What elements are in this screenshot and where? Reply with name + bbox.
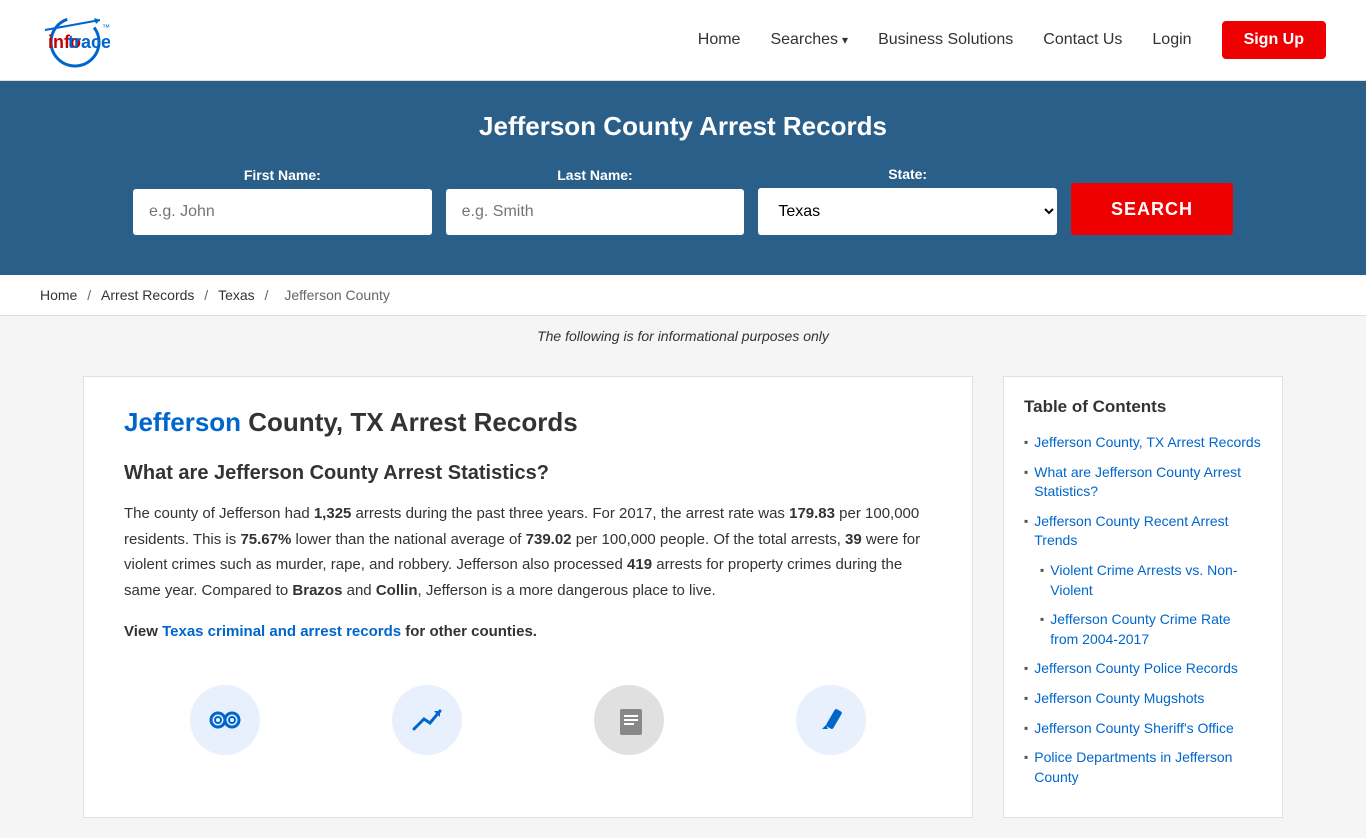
toc-item-5: Jefferson County Crime Rate from 2004-20… (1040, 610, 1262, 649)
toc-item-8: Jefferson County Sheriff's Office (1024, 719, 1262, 739)
toc-link-8[interactable]: Jefferson County Sheriff's Office (1034, 719, 1234, 739)
toc-link-1[interactable]: Jefferson County, TX Arrest Records (1034, 433, 1260, 453)
toc-item-6: Jefferson County Police Records (1024, 659, 1262, 679)
toc-item-3: Jefferson County Recent Arrest Trends (1024, 512, 1262, 551)
nav-login[interactable]: Login (1152, 31, 1191, 49)
first-name-label: First Name: (133, 167, 432, 183)
hero-section: Jefferson County Arrest Records First Na… (0, 81, 1366, 275)
nav-searches[interactable]: Searches ▾ (770, 31, 848, 49)
notice-bar: The following is for informational purpo… (0, 316, 1366, 356)
toc-link-4[interactable]: Violent Crime Arrests vs. Non-Violent (1050, 561, 1262, 600)
chevron-down-icon: ▾ (842, 33, 848, 47)
toc-link-2[interactable]: What are Jefferson County Arrest Statist… (1034, 463, 1262, 502)
main-wrapper: Jefferson County, TX Arrest Records What… (43, 356, 1323, 838)
nav-business-solutions[interactable]: Business Solutions (878, 31, 1013, 49)
logo: info tracer ™ (40, 10, 110, 70)
breadcrumb-texas[interactable]: Texas (218, 287, 255, 303)
toc-list: Jefferson County, TX Arrest Records What… (1024, 433, 1262, 787)
sidebar: Table of Contents Jefferson County, TX A… (1003, 376, 1283, 818)
toc-item-1: Jefferson County, TX Arrest Records (1024, 433, 1262, 453)
toc-link-5[interactable]: Jefferson County Crime Rate from 2004-20… (1050, 610, 1262, 649)
toc-link-3[interactable]: Jefferson County Recent Arrest Trends (1034, 512, 1262, 551)
last-name-label: Last Name: (446, 167, 745, 183)
toc-box: Table of Contents Jefferson County, TX A… (1003, 376, 1283, 818)
state-select[interactable]: Texas (758, 188, 1057, 235)
heading-highlight: Jefferson (124, 407, 241, 437)
last-name-group: Last Name: (446, 167, 745, 235)
toc-item-4: Violent Crime Arrests vs. Non-Violent (1040, 561, 1262, 600)
breadcrumb-arrest-records[interactable]: Arrest Records (101, 287, 194, 303)
toc-link-6[interactable]: Jefferson County Police Records (1034, 659, 1238, 679)
state-label: State: (758, 166, 1057, 182)
page-heading: Jefferson County, TX Arrest Records (124, 407, 932, 438)
toc-item-7: Jefferson County Mugshots (1024, 689, 1262, 709)
navbar: info tracer ™ Home Searches ▾ Business S… (0, 0, 1366, 81)
icons-row (124, 675, 932, 755)
stats-paragraph: The county of Jefferson had 1,325 arrest… (124, 501, 932, 603)
toc-item-2: What are Jefferson County Arrest Statist… (1024, 463, 1262, 502)
chart-up-icon-item (392, 685, 462, 755)
stats-heading: What are Jefferson County Arrest Statist… (124, 462, 932, 485)
svg-text:tracer: tracer (68, 32, 110, 52)
scroll-icon-item (594, 685, 664, 755)
breadcrumb-home[interactable]: Home (40, 287, 77, 303)
first-name-group: First Name: (133, 167, 432, 235)
search-form: First Name: Last Name: State: Texas SEAR… (133, 166, 1233, 235)
handcuffs-icon-item (190, 685, 260, 755)
nav-home[interactable]: Home (698, 31, 741, 49)
pen-icon-item (796, 685, 866, 755)
nav-links: Home Searches ▾ Business Solutions Conta… (698, 21, 1326, 59)
first-name-input[interactable] (133, 189, 432, 235)
handcuffs-icon (190, 685, 260, 755)
pen-icon (796, 685, 866, 755)
nav-contact-us[interactable]: Contact Us (1043, 31, 1122, 49)
state-group: State: Texas (758, 166, 1057, 235)
breadcrumb: Home / Arrest Records / Texas / Jefferso… (0, 275, 1366, 316)
chart-up-icon (392, 685, 462, 755)
breadcrumb-jefferson-county: Jefferson County (284, 287, 390, 303)
toc-title: Table of Contents (1024, 397, 1262, 417)
search-button[interactable]: SEARCH (1071, 183, 1233, 235)
content-area: Jefferson County, TX Arrest Records What… (83, 376, 973, 818)
toc-link-7[interactable]: Jefferson County Mugshots (1034, 689, 1204, 709)
nav-signup[interactable]: Sign Up (1222, 21, 1326, 59)
scroll-icon (594, 685, 664, 755)
hero-title: Jefferson County Arrest Records (40, 111, 1326, 142)
texas-records-link[interactable]: Texas criminal and arrest records (162, 623, 401, 640)
logo-svg: info tracer ™ (40, 10, 110, 70)
svg-text:™: ™ (102, 23, 110, 32)
last-name-input[interactable] (446, 189, 745, 235)
view-more-text: View Texas criminal and arrest records f… (124, 619, 932, 645)
